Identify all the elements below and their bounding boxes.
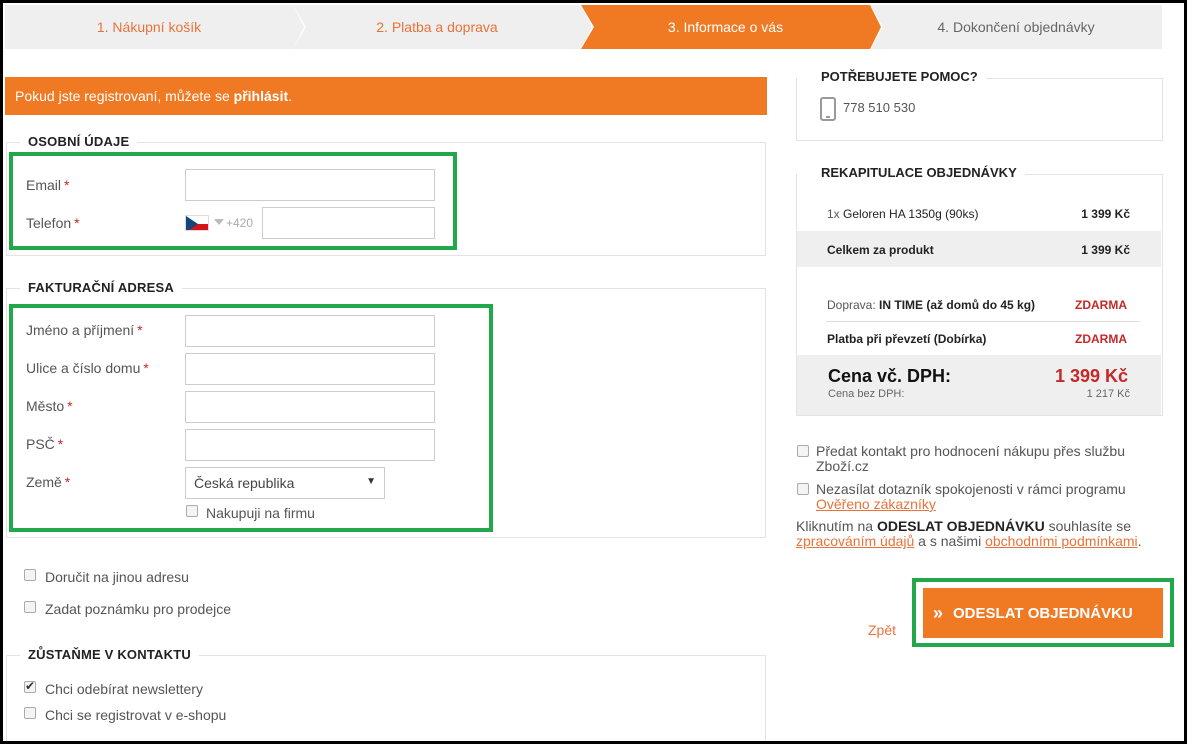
step-payment-label: 2. Platba a doprava — [376, 19, 498, 35]
product-total-label: Celkem za produkt — [827, 243, 934, 257]
login-banner-text: Pokud jste registrovaní, můžete se — [15, 88, 234, 104]
step-cart[interactable]: 1. Nákupní košík — [5, 5, 306, 49]
summary-item-name: Geloren HA 1350g (90ks) — [843, 207, 979, 221]
payment-label: Platba při převzetí (Dobírka) — [827, 332, 987, 346]
login-link[interactable]: přihlásit — [234, 88, 288, 104]
step-info-label: 3. Informace o vás — [667, 19, 784, 35]
register-checkbox[interactable] — [24, 707, 36, 719]
help-phone: 778 510 530 — [843, 100, 916, 115]
terms-p2: souhlasíte se — [1044, 518, 1132, 534]
terms-link[interactable]: obchodními podmínkami — [985, 533, 1138, 549]
step-info: 3. Informace o vás — [581, 5, 883, 49]
phone-icon — [820, 97, 836, 121]
terms-bold: ODESLAT OBJEDNÁVKU — [876, 518, 1045, 534]
zbozi-label: Předat kontakt pro hodnocení nákupu přes… — [816, 444, 1125, 474]
total-value: 1 399 Kč — [1055, 366, 1128, 387]
survey-label: Nezasílat dotazník spokojenosti v rámci … — [816, 482, 1126, 512]
back-link[interactable]: Zpět — [868, 622, 896, 638]
zbozi-line1: Předat kontakt pro hodnocení nákupu přes… — [816, 443, 1125, 459]
shipping-label: Doprava: IN TIME (až domů do 45 kg) — [827, 298, 1035, 312]
product-total-row: Celkem za produkt 1 399 Kč — [797, 243, 1161, 259]
highlight-submit — [912, 578, 1174, 647]
other-address-label: Doručit na jinou adresu — [45, 569, 189, 585]
terms-p1: Kliknutím na — [796, 518, 877, 534]
summary-item: 1x Geloren HA 1350g (90ks) — [827, 207, 978, 221]
step-finish: 4. Dokončení objednávky — [870, 5, 1162, 49]
step-finish-label: 4. Dokončení objednávky — [937, 19, 1095, 35]
order-summary-title: REKAPITULACE OBJEDNÁVKY — [797, 165, 1025, 180]
terms-text: Kliknutím na ODESLAT OBJEDNÁVKU souhlasí… — [796, 519, 1142, 549]
billing-title: FAKTURAČNÍ ADRESA — [20, 280, 182, 295]
shipping-row: Doprava: IN TIME (až domů do 45 kg) ZDAR… — [797, 298, 1161, 314]
net-value: 1 217 Kč — [1086, 388, 1130, 400]
note-checkbox[interactable] — [24, 601, 36, 613]
checkout-steps: 1. Nákupní košík 2. Platba a doprava 3. … — [5, 5, 1162, 49]
contact-title: ZŮSTAŇME V KONTAKTU — [20, 647, 199, 662]
product-total-value: 1 399 Kč — [1081, 243, 1130, 257]
survey-line1: Nezasílat dotazník spokojenosti v rámci … — [816, 481, 1126, 497]
highlight-personal-info — [9, 152, 457, 250]
step-payment-shipping[interactable]: 2. Platba a doprava — [293, 5, 594, 49]
summary-item-row: 1x Geloren HA 1350g (90ks) 1 399 Kč — [797, 207, 1161, 223]
help-title: POTŘEBUJETE POMOC? — [797, 69, 986, 84]
total-value-text: 1 399 Kč — [1054, 366, 1128, 386]
highlight-billing — [9, 304, 493, 532]
shipping-prefix: Doprava: — [827, 298, 876, 312]
shipping-price: ZDARMA — [1075, 298, 1127, 312]
terms-p4: . — [1137, 533, 1142, 549]
note-label: Zadat poznámku pro prodejce — [45, 601, 231, 617]
survey-checkbox[interactable] — [797, 483, 809, 495]
login-banner-suffix: . — [288, 88, 293, 104]
zbozi-checkbox[interactable] — [797, 445, 809, 457]
total-label: Cena vč. DPH: — [828, 366, 952, 386]
contact-section — [6, 655, 766, 744]
newsletter-checkbox[interactable] — [24, 679, 36, 693]
zbozi-line2: Zboží.cz — [816, 458, 869, 474]
privacy-link[interactable]: zpracováním údajů — [796, 533, 914, 549]
other-address-checkbox[interactable] — [24, 569, 36, 581]
step-cart-label: 1. Nákupní košík — [96, 19, 202, 35]
summary-divider — [826, 321, 1140, 322]
login-banner: Pokud jste registrovaní, můžete se přihl… — [5, 77, 767, 115]
shipping-name: IN TIME (až domů do 45 kg) — [879, 298, 1036, 312]
payment-price: ZDARMA — [1075, 332, 1127, 346]
summary-item-qty: 1x — [827, 207, 840, 221]
register-label: Chci se registrovat v e-shopu — [45, 707, 227, 723]
payment-row: Platba při převzetí (Dobírka) ZDARMA — [797, 332, 1161, 348]
terms-p3: a s našimi — [914, 533, 986, 549]
newsletter-label: Chci odebírat newslettery — [45, 681, 203, 697]
personal-info-title: OSOBNÍ ÚDAJE — [20, 134, 138, 149]
survey-link[interactable]: Ověřeno zákazníky — [816, 496, 936, 512]
net-label: Cena bez DPH: — [828, 388, 905, 400]
summary-item-price: 1 399 Kč — [1081, 207, 1130, 221]
